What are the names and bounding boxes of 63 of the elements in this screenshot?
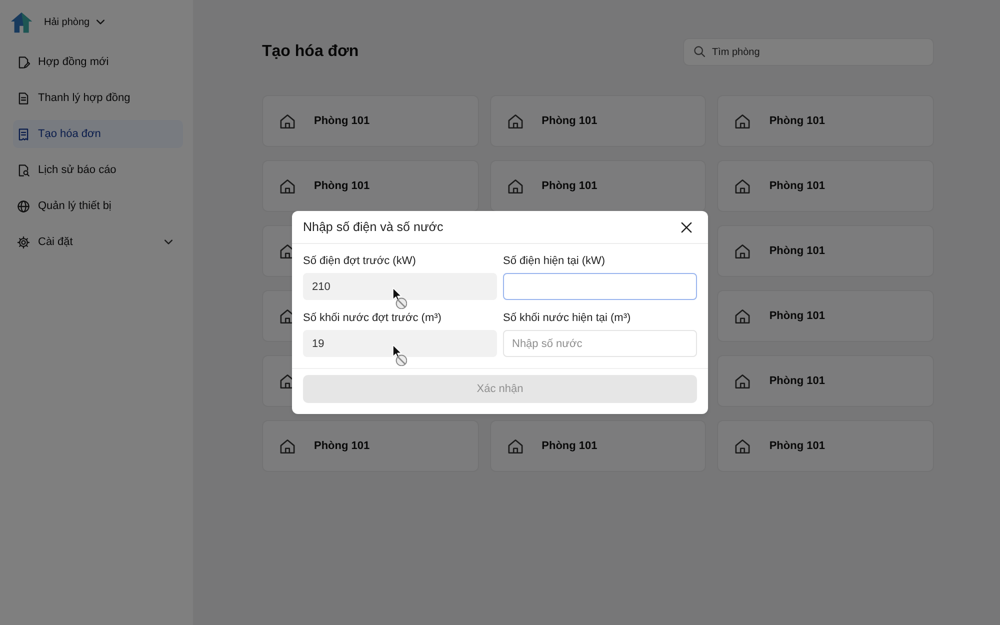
document-edit-icon [17,56,30,68]
sidebar-item[interactable]: Quản lý thiết bị [13,192,183,220]
room-name: Phòng 101 [769,114,825,129]
room-card[interactable]: Phòng 101 [717,225,934,277]
room-card[interactable]: Phòng 101 [490,420,706,472]
room-card[interactable]: Phòng 101 [717,290,934,342]
workspace-switcher[interactable]: Hải phòng [44,14,105,30]
house-icon [735,374,750,388]
room-name: Phòng 101 [769,438,825,454]
sidebar-item[interactable]: Cài đặt [13,228,183,256]
globe-icon [17,200,30,212]
house-icon [735,178,750,194]
search-field[interactable]: Tìm phòng [683,38,934,66]
dialog-title: Nhập số điện và số nước [303,220,444,234]
field-label: Số khối nước hiện tại (m³) [503,312,632,325]
room-card[interactable]: Phòng 101 [717,420,934,472]
document-icon [17,92,30,104]
field-label: Số điện hiện tại (kW) [503,255,606,268]
room-name: Phòng 101 [542,438,598,454]
house-icon [280,114,295,128]
room-name: Phòng 101 [769,178,825,194]
room-name: Phòng 101 [314,114,370,129]
sidebar-item[interactable]: Thanh lý hợp đồng [13,84,183,112]
room-card[interactable]: Phòng 101 [717,95,934,147]
room-name: Phòng 101 [542,114,598,129]
room-name: Phòng 101 [769,308,825,324]
room-card[interactable]: Phòng 101 [262,95,479,147]
house-icon [735,114,750,128]
page-title: Tạo hóa đơn [262,42,359,62]
room-card[interactable]: Phòng 101 [490,160,706,212]
room-card[interactable]: Phòng 101 [262,420,479,472]
house-icon [735,244,750,258]
house-logo-icon [10,10,33,34]
house-icon [508,114,523,128]
not-allowed-cursor-icon [392,287,407,309]
close-icon [680,222,692,232]
house-icon [280,438,295,454]
sidebar-item[interactable]: Hợp đồng mới [13,48,183,76]
search-icon [694,46,705,57]
room-card[interactable]: Phòng 101 [490,95,706,147]
field-label: Số điện đợt trước (kW) [303,255,417,268]
room-name: Phòng 101 [314,178,370,194]
room-name: Phòng 101 [542,178,598,194]
sidebar-item[interactable]: Lịch sử báo cáo [13,156,183,184]
room-name: Phòng 101 [769,244,825,259]
receipt-icon [17,128,30,140]
chevron-down-icon [96,19,105,25]
sidebar-item[interactable]: Tạo hóa đơn [13,120,183,148]
room-card[interactable]: Phòng 101 [717,355,934,407]
input-field[interactable] [503,273,697,300]
room-card[interactable]: Phòng 101 [262,160,479,212]
house-icon [735,438,750,454]
room-name: Phòng 101 [769,374,825,389]
house-icon [735,308,750,324]
house-icon [280,178,295,194]
not-allowed-cursor-icon [392,344,407,366]
room-name: Phòng 101 [314,438,370,454]
house-icon [508,438,523,454]
house-icon [508,178,523,194]
room-card[interactable]: Phòng 101 [717,160,934,212]
gear-icon [17,236,30,248]
field-label: Số khối nước đợt trước (m³) [303,312,442,325]
document-search-icon [17,164,30,176]
